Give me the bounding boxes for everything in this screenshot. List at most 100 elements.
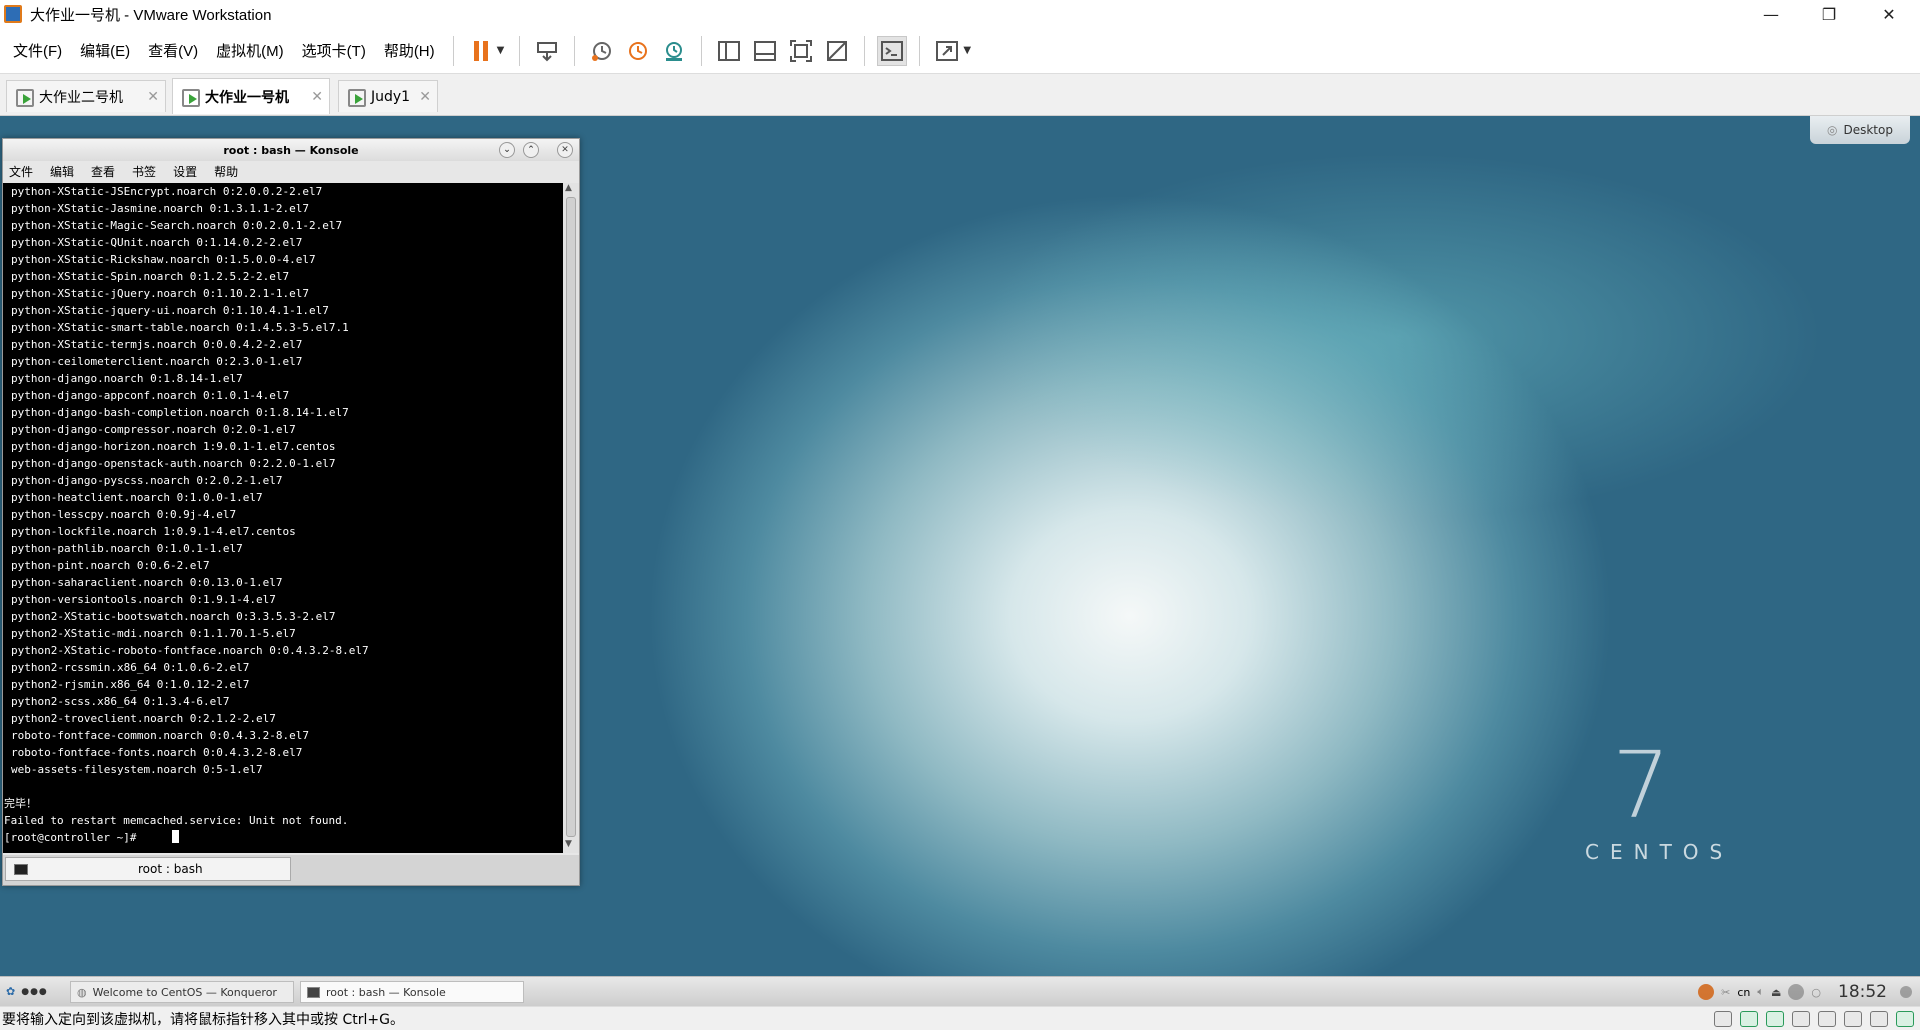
menu-file[interactable]: 文件(F) [4,40,71,61]
konsole-menu-bar: 文件 编辑 查看 书签 设置 帮助 [3,161,579,181]
terminal-line: roboto-fontface-common.noarch 0:0.4.3.2-… [11,729,310,742]
library-icon[interactable] [714,36,744,66]
konsole-tab-bar: root : bash [3,855,579,885]
terminal-line: python2-rjsmin.x86_64 0:1.0.12-2.el7 [11,678,250,691]
title-bar: 大作业一号机 - VMware Workstation — ❐ ✕ [0,0,1920,28]
usb-icon[interactable] [1870,1011,1888,1027]
thumbnail-bar-icon[interactable] [750,36,780,66]
menu-edit[interactable]: 编辑(E) [71,40,139,61]
konsole-menu-file[interactable]: 文件 [9,163,33,180]
minimize-button[interactable]: — [1742,0,1800,28]
menu-help[interactable]: 帮助(H) [375,40,444,61]
scroll-down-icon[interactable]: ▼ [565,839,572,849]
guest-taskbar: ✿ ●●● ◍ Welcome to CentOS — Konqueror ro… [0,976,1920,1006]
unity-icon[interactable] [822,36,852,66]
close-icon[interactable]: ✕ [557,142,573,158]
konsole-menu-view[interactable]: 查看 [91,163,115,180]
tray-expand-icon[interactable]: ○ [1811,986,1821,999]
taskbar-task-konqueror[interactable]: ◍ Welcome to CentOS — Konqueror [70,981,294,1003]
tab-judy1[interactable]: Judy1 ✕ [338,80,438,112]
clock: 18:52 [1838,982,1887,1002]
tab-vm-1[interactable]: 大作业一号机 ✕ [172,78,330,114]
terminal-scrollbar[interactable]: ▲ ▼ [563,183,579,853]
scrollbar-thumb[interactable] [566,197,576,837]
console-view-icon[interactable] [877,35,908,66]
toolbar-divider [864,35,866,66]
hard-disk-icon[interactable] [1714,1011,1732,1027]
restore-button[interactable]: ❐ [1800,0,1858,28]
tab-vm-2[interactable]: 大作业二号机 ✕ [6,80,166,112]
terminal-line: python-django.noarch 0:1.8.14-1.el7 [11,372,243,385]
stretch-dropdown-icon[interactable]: ▼ [963,45,971,56]
terminal-line: python2-rcssmin.x86_64 0:1.0.6-2.el7 [11,661,250,674]
scroll-up-icon[interactable]: ▲ [565,183,572,193]
network-icon[interactable] [1788,984,1805,1000]
maximize-icon[interactable]: ⌃ [523,142,539,158]
minimize-icon[interactable]: ⌄ [499,142,515,158]
task-label: root : bash — Konsole [326,985,446,999]
panel-toolbox-icon[interactable] [1900,986,1912,998]
task-label: Welcome to CentOS — Konqueror [92,985,277,999]
konsole-menu-bookmarks[interactable]: 书签 [132,163,156,180]
konsole-title: root : bash — Konsole [223,143,359,157]
volume-icon[interactable]: 🔈︎ [1757,985,1764,999]
input-method-indicator[interactable]: cn [1737,986,1750,999]
cd-dvd-icon[interactable] [1740,1011,1758,1027]
menu-vm[interactable]: 虚拟机(M) [207,40,293,61]
konsole-menu-settings[interactable]: 设置 [173,163,197,180]
stretch-icon[interactable] [932,36,962,66]
notifications-icon[interactable]: ⏏ [1771,986,1781,999]
pause-icon[interactable] [466,36,496,66]
terminal-output[interactable]: python-XStatic-JSEncrypt.noarch 0:2.0.0.… [3,183,563,853]
terminal-line: python2-troveclient.noarch 0:2.1.2-2.el7 [11,712,276,725]
text-cursor [172,830,180,843]
konsole-session-tab[interactable]: root : bash [5,857,291,881]
snapshot-icon[interactable] [587,36,617,66]
status-hint: 要将输入定向到该虚拟机，请将鼠标指针移入其中或按 Ctrl+G。 [2,1011,404,1028]
desktop-button[interactable]: ◎ Desktop [1810,116,1910,144]
terminal-line: python-pathlib.noarch 0:1.0.1-1.el7 [11,542,243,555]
tab-close-icon[interactable]: ✕ [147,89,159,105]
menu-tabs[interactable]: 选项卡(T) [293,40,375,61]
terminal-line: python-versiontools.noarch 0:1.9.1-4.el7 [11,593,276,606]
terminal-line: python-django-pyscss.noarch 0:2.0.2-1.el… [11,474,283,487]
konsole-menu-help[interactable]: 帮助 [214,163,238,180]
updates-icon[interactable] [1698,984,1715,1000]
sound-icon[interactable] [1844,1011,1862,1027]
network-adapter-2-icon[interactable] [1792,1011,1810,1027]
terminal-line: python-lockfile.noarch 1:0.9.1-4.el7.cen… [11,525,296,538]
konsole-title-bar[interactable]: root : bash — Konsole ⌄ ⌃ ✕ [3,139,579,161]
terminal-icon [14,863,28,875]
scissors-icon[interactable]: ✂ [1721,986,1730,999]
konsole-window[interactable]: root : bash — Konsole ⌄ ⌃ ✕ 文件 编辑 查看 书签 … [2,138,580,886]
terminal-line: python-pint.noarch 0:0.6-2.el7 [11,559,210,572]
menu-bar: 文件(F) 编辑(E) 查看(V) 虚拟机(M) 选项卡(T) 帮助(H) ▼ [0,28,1920,74]
kde-menu-icon[interactable]: ✿ [0,981,15,1003]
close-button[interactable]: ✕ [1860,0,1918,28]
network-adapter-icon[interactable] [1766,1011,1784,1027]
terminal-line: python-XStatic-smart-table.noarch 0:1.4.… [11,321,349,334]
snapshot-manager-icon[interactable] [659,36,689,66]
terminal-line: python2-scss.x86_64 0:1.3.4-6.el7 [11,695,230,708]
terminal-line: roboto-fontface-fonts.noarch 0:0.4.3.2-8… [11,746,303,759]
konsole-menu-edit[interactable]: 编辑 [50,163,74,180]
full-screen-icon[interactable] [786,36,816,66]
send-keys-icon[interactable] [532,36,562,66]
terminal-line: python-XStatic-Spin.noarch 0:1.2.5.2-2.e… [11,270,290,283]
terminal-line: python-XStatic-Rickshaw.noarch 0:1.5.0.0… [11,253,316,266]
vm-running-icon [181,88,200,107]
terminal-line: python2-XStatic-bootswatch.noarch 0:3.3.… [11,610,336,623]
taskbar-task-konsole[interactable]: root : bash — Konsole [300,981,524,1003]
menu-view[interactable]: 查看(V) [139,40,207,61]
pause-dropdown-icon[interactable]: ▼ [497,45,505,56]
revert-snapshot-icon[interactable] [623,36,653,66]
tab-close-icon[interactable]: ✕ [419,89,431,105]
terminal-line: python-django-appconf.noarch 0:1.0.1-4.e… [11,389,290,402]
message-log-icon[interactable] [1896,1011,1914,1027]
tab-label: 大作业一号机 [205,89,289,106]
tab-close-icon[interactable]: ✕ [311,89,323,105]
toolbar-divider [452,35,454,66]
system-tray: ✂ cn 🔈︎ ⏏ ○ 18:52 [1698,979,1912,1005]
pager-icon[interactable]: ●●● [15,981,48,1003]
printer-icon[interactable] [1818,1011,1836,1027]
